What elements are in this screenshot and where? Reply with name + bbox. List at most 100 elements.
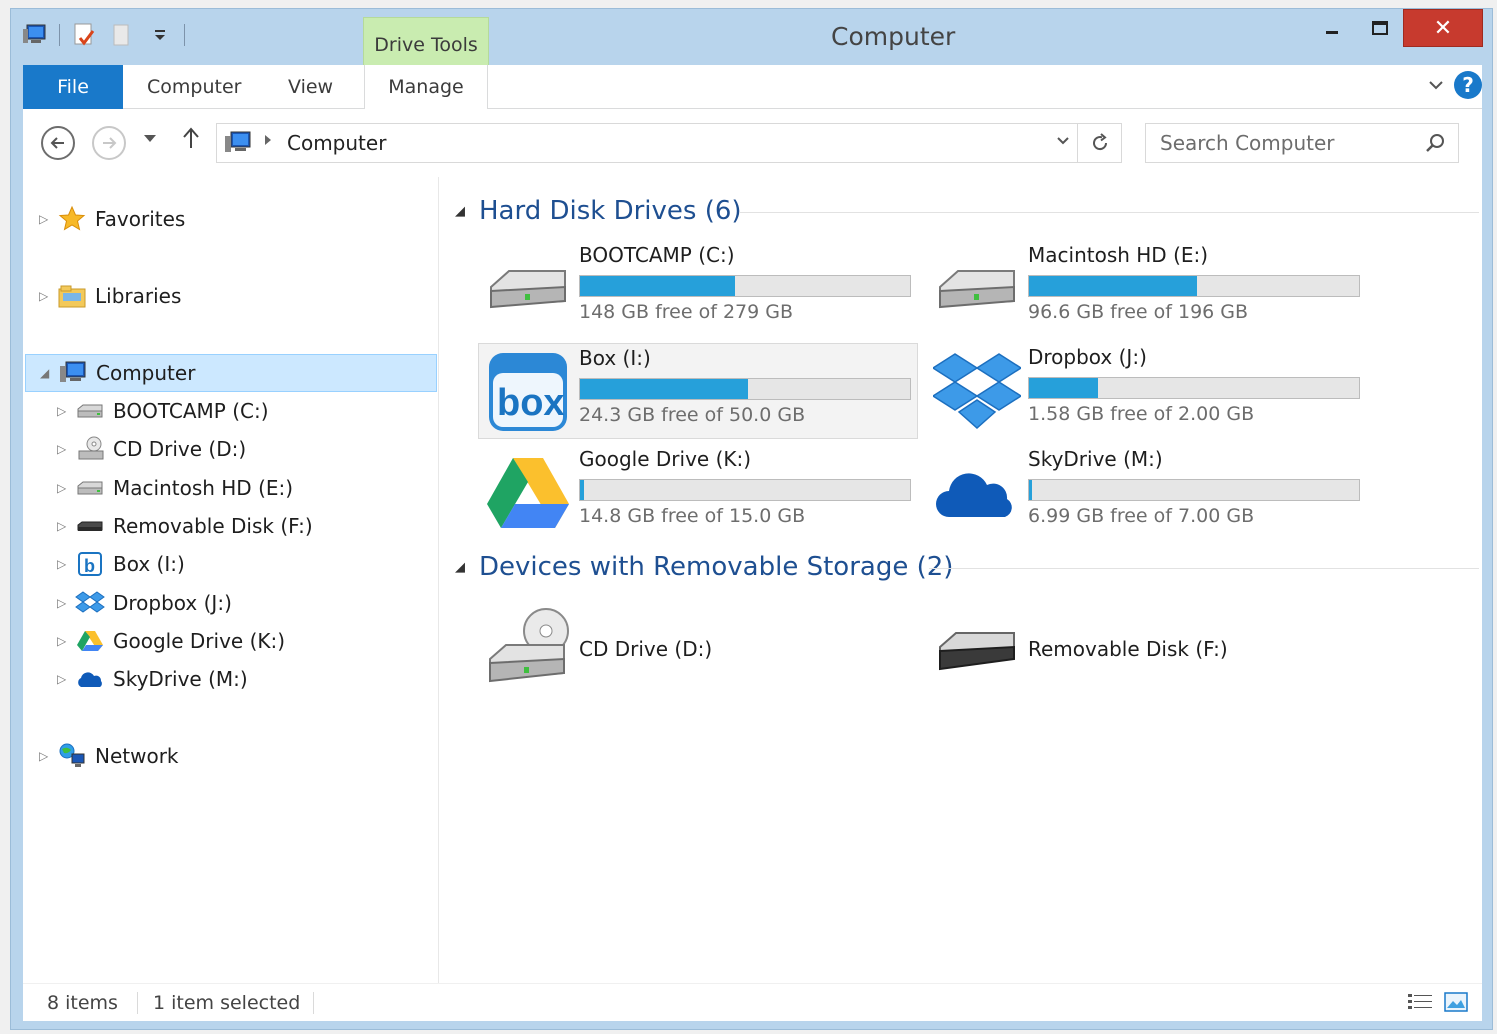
sidebar-item-bootcamp[interactable]: ▷ BOOTCAMP (C:)	[57, 393, 269, 429]
drive-name: BOOTCAMP (C:)	[579, 243, 735, 267]
group-divider	[739, 212, 1479, 213]
drive-free-space: 96.6 GB free of 196 GB	[1028, 301, 1249, 323]
drive-usage-bar	[579, 275, 911, 297]
drive-tile-skydrive[interactable]: SkyDrive (M:) 6.99 GB free of 7.00 GB	[928, 445, 1368, 541]
sidebar-item-google-drive[interactable]: ▷ Google Drive (K:)	[57, 623, 285, 659]
expand-icon[interactable]: ▷	[57, 481, 73, 495]
sidebar-item-cd-drive[interactable]: ▷ CD Drive (D:)	[57, 431, 246, 467]
expand-ribbon-button[interactable]	[1426, 75, 1446, 99]
expand-icon[interactable]: ▷	[57, 634, 73, 648]
sidebar-item-favorites[interactable]: ▷ Favorites	[39, 201, 185, 237]
sidebar-item-label: Favorites	[95, 207, 186, 231]
expand-icon[interactable]: ▷	[57, 557, 73, 571]
search-input[interactable]: Search Computer	[1145, 123, 1459, 163]
search-icon[interactable]	[1424, 132, 1446, 158]
drive-tile-bootcamp[interactable]: BOOTCAMP (C:) 148 GB free of 279 GB	[479, 241, 919, 337]
expand-icon[interactable]: ▷	[57, 519, 73, 533]
drive-usage-bar	[579, 378, 911, 400]
drive-free-space: 1.58 GB free of 2.00 GB	[1028, 403, 1255, 425]
drive-tile-google-drive[interactable]: Google Drive (K:) 14.8 GB free of 15.0 G…	[479, 445, 919, 541]
up-button[interactable]	[181, 126, 201, 156]
tab-file[interactable]: File	[23, 65, 123, 109]
computer-icon[interactable]	[21, 21, 49, 49]
tab-computer[interactable]: Computer	[147, 65, 241, 109]
dropbox-icon	[73, 588, 107, 618]
collapse-icon[interactable]: ◢	[451, 204, 479, 219]
chevron-down-icon	[1057, 137, 1069, 145]
sidebar-item-label: Computer	[96, 361, 196, 385]
google-drive-icon	[73, 626, 107, 656]
device-tile-cd-drive[interactable]: CD Drive (D:)	[479, 599, 919, 695]
hard-drive-icon	[73, 473, 107, 503]
sidebar-item-box[interactable]: ▷ b Box (I:)	[57, 546, 185, 582]
sidebar-item-label: Google Drive (K:)	[113, 629, 286, 653]
group-header-removable-storage[interactable]: ◢ Devices with Removable Storage (2)	[451, 547, 953, 587]
properties-icon[interactable]	[70, 21, 98, 49]
status-separator	[313, 992, 314, 1014]
sidebar-item-label: Libraries	[95, 284, 182, 308]
expand-icon[interactable]: ▷	[57, 672, 73, 686]
refresh-button[interactable]	[1077, 124, 1121, 162]
address-history-button[interactable]	[1055, 132, 1071, 152]
drive-tile-macintosh-hd[interactable]: Macintosh HD (E:) 96.6 GB free of 196 GB	[928, 241, 1368, 337]
expand-icon[interactable]: ▷	[57, 596, 73, 610]
sidebar-item-macintosh-hd[interactable]: ▷ Macintosh HD (E:)	[57, 470, 293, 506]
tab-manage[interactable]: Manage	[364, 65, 488, 109]
large-icons-view-button[interactable]	[1442, 990, 1470, 1018]
svg-text:b: b	[84, 556, 95, 576]
maximize-button[interactable]	[1359, 9, 1401, 47]
drive-free-space: 24.3 GB free of 50.0 GB	[579, 404, 806, 426]
sidebar-item-network[interactable]: ▷ Network	[39, 738, 179, 774]
libraries-icon	[55, 281, 89, 311]
address-bar[interactable]: Computer	[216, 123, 1122, 163]
drive-free-space: 148 GB free of 279 GB	[579, 301, 794, 323]
hard-drive-icon	[932, 245, 1022, 333]
new-folder-icon[interactable]	[108, 21, 136, 49]
removable-disk-icon	[73, 511, 107, 541]
drive-usage-fill	[1029, 378, 1099, 398]
sidebar-item-label: Macintosh HD (E:)	[113, 476, 294, 500]
contextual-tab-label: Drive Tools	[374, 34, 478, 56]
recent-locations-button[interactable]	[143, 131, 157, 147]
sidebar-item-label: CD Drive (D:)	[113, 437, 247, 461]
back-button[interactable]	[41, 126, 75, 160]
expand-icon[interactable]: ▷	[39, 289, 55, 303]
minimize-icon	[1326, 31, 1338, 34]
device-tile-removable-disk[interactable]: Removable Disk (F:)	[928, 599, 1368, 695]
breadcrumb-separator-icon[interactable]	[263, 133, 273, 151]
item-count: 8 items	[47, 992, 118, 1014]
sidebar-item-removable-disk[interactable]: ▷ Removable Disk (F:)	[57, 508, 313, 544]
minimize-button[interactable]	[1311, 9, 1353, 47]
expand-icon[interactable]: ▷	[39, 749, 55, 763]
customize-toolbar-icon[interactable]	[146, 21, 174, 49]
tab-view[interactable]: View	[288, 65, 333, 109]
close-icon: ✕	[1433, 15, 1453, 41]
forward-button[interactable]	[92, 126, 126, 160]
drive-tile-box[interactable]: box Box (I:) 24.3 GB free of 50.0 GB	[478, 343, 918, 439]
drive-tile-dropbox[interactable]: Dropbox (J:) 1.58 GB free of 2.00 GB	[928, 343, 1368, 439]
drive-usage-bar	[1028, 377, 1360, 399]
title-bar[interactable]: Drive Tools Computer ✕	[11, 9, 1492, 69]
breadcrumb-computer[interactable]: Computer	[287, 131, 386, 155]
details-view-button[interactable]	[1406, 990, 1434, 1018]
group-title: Hard Disk Drives (6)	[479, 196, 742, 226]
computer-icon	[56, 358, 90, 388]
drive-name: Macintosh HD (E:)	[1028, 243, 1209, 267]
window-title: Computer	[831, 22, 956, 51]
sidebar-item-skydrive[interactable]: ▷ SkyDrive (M:)	[57, 661, 248, 697]
group-header-hard-disk-drives[interactable]: ◢ Hard Disk Drives (6)	[451, 191, 742, 231]
help-icon[interactable]: ?	[1454, 71, 1482, 99]
drive-usage-fill	[580, 276, 736, 296]
collapse-icon[interactable]: ◢	[40, 366, 56, 380]
collapse-icon[interactable]: ◢	[451, 560, 479, 575]
sidebar-item-computer[interactable]: ◢ Computer	[25, 354, 437, 392]
computer-icon	[223, 129, 253, 161]
drive-free-space: 6.99 GB free of 7.00 GB	[1028, 505, 1255, 527]
expand-icon[interactable]: ▷	[57, 442, 73, 456]
sidebar-item-libraries[interactable]: ▷ Libraries	[39, 278, 181, 314]
close-button[interactable]: ✕	[1403, 9, 1483, 47]
expand-icon[interactable]: ▷	[57, 404, 73, 418]
drive-usage-bar	[579, 479, 911, 501]
sidebar-item-dropbox[interactable]: ▷ Dropbox (J:)	[57, 585, 232, 621]
expand-icon[interactable]: ▷	[39, 212, 55, 226]
